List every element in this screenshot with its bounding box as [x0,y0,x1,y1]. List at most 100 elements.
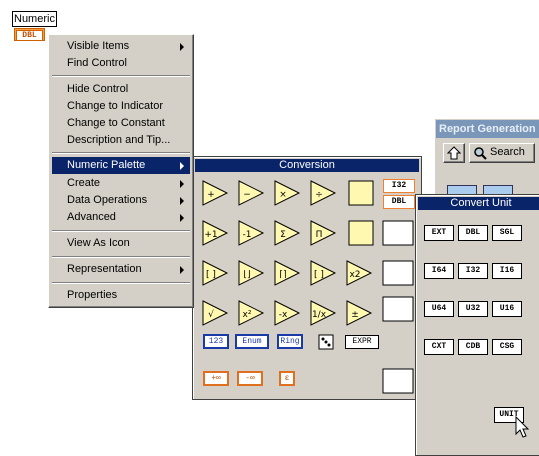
submenu-arrow-icon [180,43,184,51]
sum-array-icon[interactable]: Σ [274,220,301,246]
svg-text:+1: +1 [204,230,217,240]
svg-text:-1: -1 [243,230,252,240]
menu-item-advanced[interactable]: Advanced [52,209,190,226]
context-menu: Visible Items Find Control Hide Control … [48,34,194,308]
svg-text:√: √ [208,309,214,320]
conversion-icon-grid: + − × ÷ +1 -1 Σ Π [ ] ⌊⌋ ⌈⌉ [ ] x2 √ x² -x 1/x ± [202,180,414,394]
svg-text:−: − [243,190,251,200]
divide-icon[interactable]: ÷ [310,180,337,206]
menu-item-create[interactable]: Create [52,175,190,192]
convert-to-cdb-icon[interactable]: CDB [458,339,488,355]
submenu-arrow-icon [180,197,184,205]
enum-constant-label: Enum [242,337,262,346]
svg-text:x²: x² [243,310,252,320]
menu-item-properties[interactable]: Properties [52,287,190,304]
product-array-icon[interactable]: Π [310,220,337,246]
square-root-icon[interactable]: √ [202,300,229,326]
fixed-point-icon[interactable] [382,220,414,246]
round-down-icon[interactable]: ⌊⌋ [238,260,265,286]
round-nearest-icon[interactable]: [ ] [202,260,229,286]
menu-separator [52,230,190,232]
sign-icon[interactable]: ± [346,300,373,326]
convert-to-u64-icon[interactable]: U64 [424,301,454,317]
convert-to-i32-icon[interactable]: I32 [458,263,488,279]
menu-label: Numeric Palette [67,159,146,171]
menu-item-visible-items[interactable]: Visible Items [52,38,190,55]
scale-power-icon[interactable]: x2 [346,260,373,286]
multiply-icon[interactable]: × [274,180,301,206]
menu-item-representation[interactable]: Representation [52,261,190,278]
menu-item-hide-control[interactable]: Hide Control [52,81,190,98]
menu-item-find-control[interactable]: Find Control [52,55,190,72]
menu-label: Advanced [67,211,116,223]
submenu-arrow-icon [180,162,184,170]
menu-label: Properties [67,289,118,301]
random-number-icon[interactable] [317,329,337,351]
negate-icon[interactable]: -x [274,300,301,326]
machine-epsilon-icon[interactable]: ε [279,371,295,386]
search-icon [474,147,487,160]
menu-label: Find Control [67,57,127,69]
positive-infinity-icon[interactable]: +∞ [203,371,229,386]
menu-separator [52,152,190,154]
menu-label: Data Operations [67,194,148,206]
menu-item-numeric-palette[interactable]: Numeric Palette [52,157,190,174]
compound-arithmetic-icon[interactable] [348,220,374,246]
ring-constant-icon[interactable]: Ring [277,334,303,349]
round-up-icon[interactable]: ⌈⌉ [274,260,301,286]
add-icon[interactable]: + [202,180,229,206]
convert-to-u32-icon[interactable]: U32 [458,301,488,317]
reciprocal-icon[interactable]: 1/x [310,300,337,326]
convert-to-cxt-icon[interactable]: CXT [424,339,454,355]
convert-to-dbl-icon[interactable]: DBL [458,225,488,241]
negative-infinity-icon[interactable]: -∞ [237,371,263,386]
svg-text:⌊⌋: ⌊⌋ [243,269,250,280]
svg-text:-x: -x [279,310,288,320]
mux-icon[interactable] [382,368,414,394]
svg-text:Π: Π [316,230,323,240]
enum-constant-icon[interactable]: Enum [235,334,269,349]
convert-unit-title: Convert Unit [418,197,539,210]
numeric-label[interactable]: Numeric [12,11,57,27]
submenu-arrow-icon [180,214,184,222]
numeric-constant-icon[interactable]: 123 [203,334,229,349]
increment-icon[interactable]: +1 [202,220,229,246]
svg-text:Σ: Σ [280,230,286,240]
menu-item-view-as-icon[interactable]: View As Icon [52,235,190,252]
to-dbl-icon[interactable]: DBL [383,195,415,209]
numeric-terminal-type: DBL [16,30,43,41]
expression-node-icon[interactable]: EXPR [345,335,379,349]
complex-convert-icon[interactable] [382,260,414,286]
mouse-cursor-icon [515,416,530,438]
submenu-arrow-icon [180,180,184,188]
menu-separator [52,75,190,77]
svg-text:+: + [207,190,215,200]
svg-text:×: × [279,190,287,200]
convert-to-i16-icon[interactable]: I16 [492,263,522,279]
square-icon[interactable]: x² [238,300,265,326]
up-button[interactable] [443,143,465,163]
menu-item-change-to-constant[interactable]: Change to Constant [52,115,190,132]
numeric-terminal[interactable]: DBL [14,28,45,41]
svg-text:⌈⌉: ⌈⌉ [279,270,286,280]
to-i32-icon[interactable]: I32 [383,179,415,193]
formula-icon[interactable] [382,296,414,322]
quotient-remainder-icon[interactable] [348,180,374,206]
menu-item-description-and-tip[interactable]: Description and Tip... [52,132,190,149]
decrement-icon[interactable]: -1 [238,220,265,246]
convert-to-sgl-icon[interactable]: SGL [492,225,522,241]
menu-item-change-to-indicator[interactable]: Change to Indicator [52,98,190,115]
search-button[interactable]: Search [469,143,535,163]
menu-item-data-operations[interactable]: Data Operations [52,192,190,209]
convert-to-csg-icon[interactable]: CSG [492,339,522,355]
svg-text:÷: ÷ [315,190,323,200]
submenu-arrow-icon [180,266,184,274]
convert-to-u16-icon[interactable]: U16 [492,301,522,317]
dice-icon [318,334,334,350]
subtract-icon[interactable]: − [238,180,265,206]
convert-to-ext-icon[interactable]: EXT [424,225,454,241]
truncate-icon[interactable]: [ ] [310,260,337,286]
svg-text:1/x: 1/x [312,310,327,320]
convert-to-i64-icon[interactable]: I64 [424,263,454,279]
menu-separator [52,256,190,258]
